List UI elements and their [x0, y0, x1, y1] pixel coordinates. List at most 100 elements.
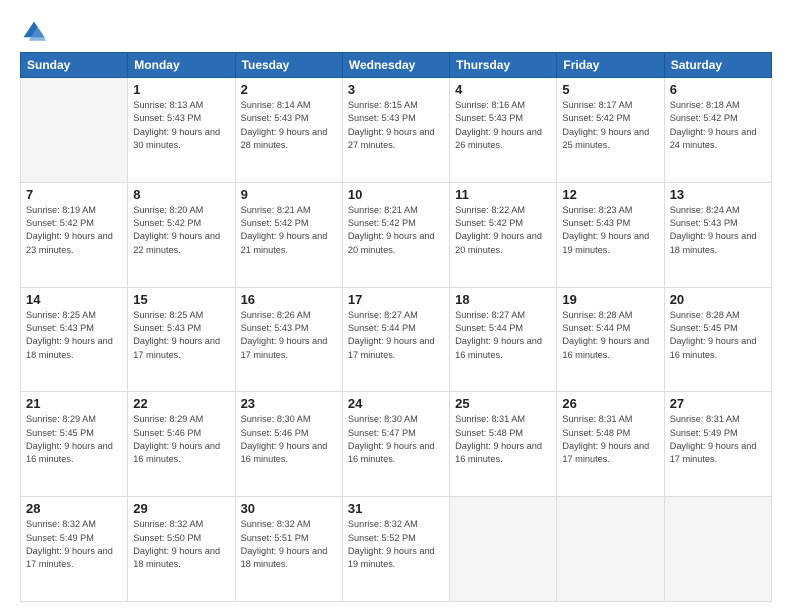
header: [20, 18, 772, 46]
calendar-table: SundayMondayTuesdayWednesdayThursdayFrid…: [20, 52, 772, 602]
day-info: Sunrise: 8:16 AMSunset: 5:43 PMDaylight:…: [455, 99, 551, 152]
day-info: Sunrise: 8:25 AMSunset: 5:43 PMDaylight:…: [26, 309, 122, 362]
calendar-cell: 26 Sunrise: 8:31 AMSunset: 5:48 PMDaylig…: [557, 392, 664, 497]
day-number: 29: [133, 501, 229, 516]
day-info: Sunrise: 8:32 AMSunset: 5:50 PMDaylight:…: [133, 518, 229, 571]
calendar-cell: 29 Sunrise: 8:32 AMSunset: 5:50 PMDaylig…: [128, 497, 235, 602]
calendar-cell: 9 Sunrise: 8:21 AMSunset: 5:42 PMDayligh…: [235, 182, 342, 287]
day-number: 24: [348, 396, 444, 411]
day-number: 25: [455, 396, 551, 411]
calendar-cell: 6 Sunrise: 8:18 AMSunset: 5:42 PMDayligh…: [664, 78, 771, 183]
day-info: Sunrise: 8:30 AMSunset: 5:46 PMDaylight:…: [241, 413, 337, 466]
day-info: Sunrise: 8:28 AMSunset: 5:45 PMDaylight:…: [670, 309, 766, 362]
day-number: 26: [562, 396, 658, 411]
day-number: 15: [133, 292, 229, 307]
day-info: Sunrise: 8:29 AMSunset: 5:45 PMDaylight:…: [26, 413, 122, 466]
calendar-cell: 30 Sunrise: 8:32 AMSunset: 5:51 PMDaylig…: [235, 497, 342, 602]
calendar-cell: 12 Sunrise: 8:23 AMSunset: 5:43 PMDaylig…: [557, 182, 664, 287]
day-info: Sunrise: 8:26 AMSunset: 5:43 PMDaylight:…: [241, 309, 337, 362]
calendar-cell: 14 Sunrise: 8:25 AMSunset: 5:43 PMDaylig…: [21, 287, 128, 392]
calendar-cell: [450, 497, 557, 602]
day-number: 6: [670, 82, 766, 97]
day-number: 10: [348, 187, 444, 202]
calendar-cell: 7 Sunrise: 8:19 AMSunset: 5:42 PMDayligh…: [21, 182, 128, 287]
day-info: Sunrise: 8:17 AMSunset: 5:42 PMDaylight:…: [562, 99, 658, 152]
week-row-2: 7 Sunrise: 8:19 AMSunset: 5:42 PMDayligh…: [21, 182, 772, 287]
day-number: 31: [348, 501, 444, 516]
weekday-header-friday: Friday: [557, 53, 664, 78]
day-info: Sunrise: 8:32 AMSunset: 5:52 PMDaylight:…: [348, 518, 444, 571]
weekday-header-tuesday: Tuesday: [235, 53, 342, 78]
day-info: Sunrise: 8:28 AMSunset: 5:44 PMDaylight:…: [562, 309, 658, 362]
calendar-cell: 17 Sunrise: 8:27 AMSunset: 5:44 PMDaylig…: [342, 287, 449, 392]
day-info: Sunrise: 8:14 AMSunset: 5:43 PMDaylight:…: [241, 99, 337, 152]
day-info: Sunrise: 8:31 AMSunset: 5:48 PMDaylight:…: [562, 413, 658, 466]
day-info: Sunrise: 8:24 AMSunset: 5:43 PMDaylight:…: [670, 204, 766, 257]
day-number: 9: [241, 187, 337, 202]
day-info: Sunrise: 8:13 AMSunset: 5:43 PMDaylight:…: [133, 99, 229, 152]
day-number: 20: [670, 292, 766, 307]
day-number: 3: [348, 82, 444, 97]
day-number: 27: [670, 396, 766, 411]
calendar-cell: 31 Sunrise: 8:32 AMSunset: 5:52 PMDaylig…: [342, 497, 449, 602]
calendar-cell: 2 Sunrise: 8:14 AMSunset: 5:43 PMDayligh…: [235, 78, 342, 183]
day-info: Sunrise: 8:21 AMSunset: 5:42 PMDaylight:…: [241, 204, 337, 257]
day-number: 22: [133, 396, 229, 411]
calendar-cell: 20 Sunrise: 8:28 AMSunset: 5:45 PMDaylig…: [664, 287, 771, 392]
calendar-cell: 28 Sunrise: 8:32 AMSunset: 5:49 PMDaylig…: [21, 497, 128, 602]
day-info: Sunrise: 8:22 AMSunset: 5:42 PMDaylight:…: [455, 204, 551, 257]
calendar-cell: 27 Sunrise: 8:31 AMSunset: 5:49 PMDaylig…: [664, 392, 771, 497]
calendar-cell: 5 Sunrise: 8:17 AMSunset: 5:42 PMDayligh…: [557, 78, 664, 183]
calendar-cell: [664, 497, 771, 602]
calendar-cell: 8 Sunrise: 8:20 AMSunset: 5:42 PMDayligh…: [128, 182, 235, 287]
day-number: 1: [133, 82, 229, 97]
day-number: 12: [562, 187, 658, 202]
day-number: 23: [241, 396, 337, 411]
weekday-header-saturday: Saturday: [664, 53, 771, 78]
calendar-cell: 1 Sunrise: 8:13 AMSunset: 5:43 PMDayligh…: [128, 78, 235, 183]
day-info: Sunrise: 8:30 AMSunset: 5:47 PMDaylight:…: [348, 413, 444, 466]
weekday-header-row: SundayMondayTuesdayWednesdayThursdayFrid…: [21, 53, 772, 78]
day-info: Sunrise: 8:19 AMSunset: 5:42 PMDaylight:…: [26, 204, 122, 257]
day-info: Sunrise: 8:29 AMSunset: 5:46 PMDaylight:…: [133, 413, 229, 466]
day-info: Sunrise: 8:27 AMSunset: 5:44 PMDaylight:…: [348, 309, 444, 362]
day-number: 28: [26, 501, 122, 516]
day-number: 2: [241, 82, 337, 97]
day-info: Sunrise: 8:18 AMSunset: 5:42 PMDaylight:…: [670, 99, 766, 152]
calendar-cell: 16 Sunrise: 8:26 AMSunset: 5:43 PMDaylig…: [235, 287, 342, 392]
weekday-header-thursday: Thursday: [450, 53, 557, 78]
week-row-4: 21 Sunrise: 8:29 AMSunset: 5:45 PMDaylig…: [21, 392, 772, 497]
day-info: Sunrise: 8:15 AMSunset: 5:43 PMDaylight:…: [348, 99, 444, 152]
calendar-cell: 13 Sunrise: 8:24 AMSunset: 5:43 PMDaylig…: [664, 182, 771, 287]
day-number: 17: [348, 292, 444, 307]
day-number: 16: [241, 292, 337, 307]
logo-icon: [20, 18, 48, 46]
day-info: Sunrise: 8:20 AMSunset: 5:42 PMDaylight:…: [133, 204, 229, 257]
day-info: Sunrise: 8:23 AMSunset: 5:43 PMDaylight:…: [562, 204, 658, 257]
day-info: Sunrise: 8:27 AMSunset: 5:44 PMDaylight:…: [455, 309, 551, 362]
calendar-cell: 25 Sunrise: 8:31 AMSunset: 5:48 PMDaylig…: [450, 392, 557, 497]
day-number: 13: [670, 187, 766, 202]
page: SundayMondayTuesdayWednesdayThursdayFrid…: [0, 0, 792, 612]
week-row-3: 14 Sunrise: 8:25 AMSunset: 5:43 PMDaylig…: [21, 287, 772, 392]
weekday-header-wednesday: Wednesday: [342, 53, 449, 78]
calendar-cell: 18 Sunrise: 8:27 AMSunset: 5:44 PMDaylig…: [450, 287, 557, 392]
calendar-cell: 19 Sunrise: 8:28 AMSunset: 5:44 PMDaylig…: [557, 287, 664, 392]
calendar-cell: 21 Sunrise: 8:29 AMSunset: 5:45 PMDaylig…: [21, 392, 128, 497]
calendar-cell: 24 Sunrise: 8:30 AMSunset: 5:47 PMDaylig…: [342, 392, 449, 497]
day-info: Sunrise: 8:32 AMSunset: 5:49 PMDaylight:…: [26, 518, 122, 571]
day-info: Sunrise: 8:31 AMSunset: 5:49 PMDaylight:…: [670, 413, 766, 466]
weekday-header-sunday: Sunday: [21, 53, 128, 78]
calendar-cell: 3 Sunrise: 8:15 AMSunset: 5:43 PMDayligh…: [342, 78, 449, 183]
day-number: 30: [241, 501, 337, 516]
calendar-cell: 11 Sunrise: 8:22 AMSunset: 5:42 PMDaylig…: [450, 182, 557, 287]
calendar-cell: 4 Sunrise: 8:16 AMSunset: 5:43 PMDayligh…: [450, 78, 557, 183]
day-number: 11: [455, 187, 551, 202]
logo: [20, 18, 52, 46]
day-info: Sunrise: 8:21 AMSunset: 5:42 PMDaylight:…: [348, 204, 444, 257]
calendar-cell: [557, 497, 664, 602]
calendar-cell: 22 Sunrise: 8:29 AMSunset: 5:46 PMDaylig…: [128, 392, 235, 497]
week-row-1: 1 Sunrise: 8:13 AMSunset: 5:43 PMDayligh…: [21, 78, 772, 183]
day-number: 14: [26, 292, 122, 307]
calendar-cell: 15 Sunrise: 8:25 AMSunset: 5:43 PMDaylig…: [128, 287, 235, 392]
